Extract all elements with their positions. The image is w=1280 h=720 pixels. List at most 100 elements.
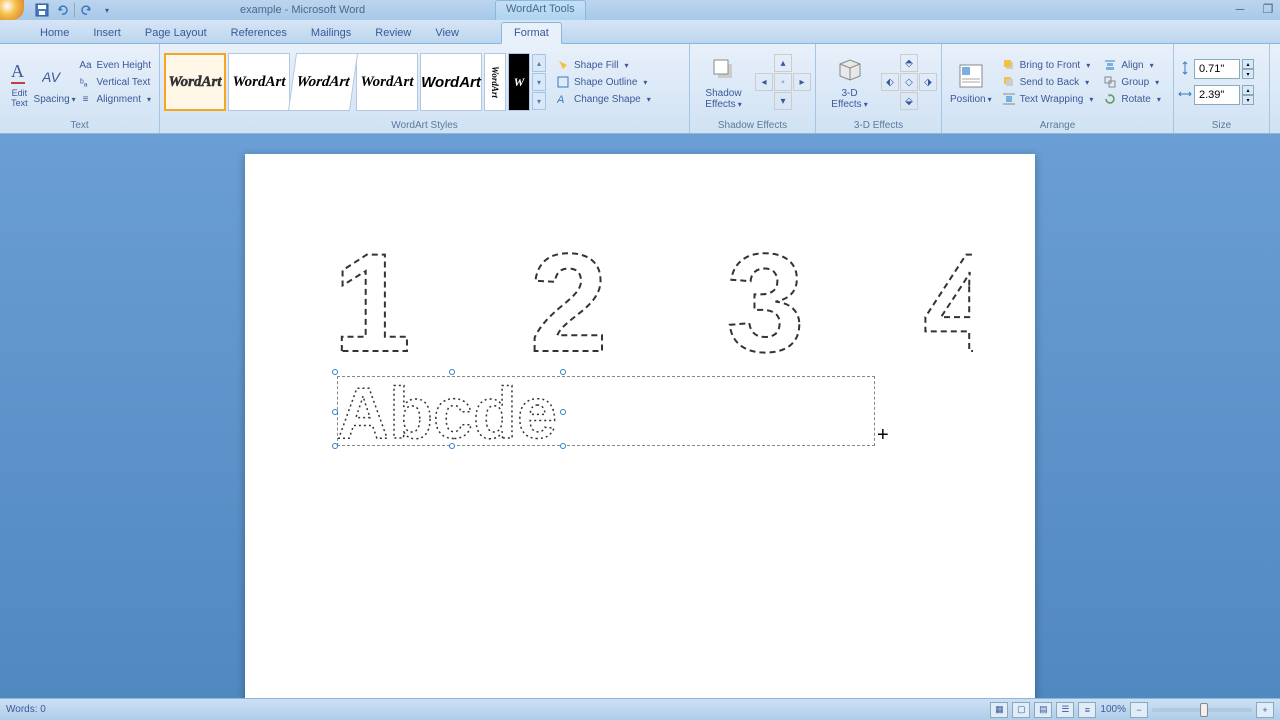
tab-format[interactable]: Format <box>501 22 562 44</box>
even-height-button[interactable]: AaEven Height <box>75 57 155 73</box>
group-arrange: Position Bring to Front Send to Back Tex… <box>942 44 1174 133</box>
selection-box[interactable] <box>335 372 563 446</box>
align-icon <box>1103 58 1117 72</box>
view-full-screen[interactable]: ▢ <box>1012 702 1030 718</box>
height-spin-up[interactable]: ▴ <box>1242 59 1254 69</box>
group-wordart-styles: WordArt WordArt WordArt WordArt WordArt … <box>160 44 690 133</box>
shape-fill-button[interactable]: Shape Fill <box>552 57 655 73</box>
nudge-shadow-down[interactable]: ▾ <box>774 92 792 110</box>
width-spin-up[interactable]: ▴ <box>1242 85 1254 95</box>
redo-icon[interactable] <box>79 2 95 18</box>
shadow-effects-button[interactable]: Shadow Effects <box>694 52 753 112</box>
gallery-item-5[interactable]: WordArt <box>420 53 482 111</box>
tab-references[interactable]: References <box>219 23 299 43</box>
send-to-back-button[interactable]: Send to Back <box>998 74 1098 90</box>
vertical-text-button[interactable]: ᵇₐVertical Text <box>75 74 155 90</box>
gallery-item-3[interactable]: WordArt <box>288 53 358 111</box>
tilt-down[interactable]: ⬙ <box>900 92 918 110</box>
tab-review[interactable]: Review <box>363 23 423 43</box>
zoom-out-button[interactable]: − <box>1130 702 1148 718</box>
text-wrap-icon <box>1002 92 1016 106</box>
gallery-more[interactable]: ▾ <box>532 92 546 110</box>
height-spin-down[interactable]: ▾ <box>1242 69 1254 79</box>
ribbon: A Edit Text AV Spacing AaEven Height ᵇₐV… <box>0 44 1280 134</box>
even-height-icon: Aa <box>79 58 93 72</box>
height-input[interactable] <box>1194 59 1240 79</box>
tab-page-layout[interactable]: Page Layout <box>133 23 219 43</box>
window-title: example - Microsoft Word <box>240 4 365 16</box>
width-input[interactable] <box>1194 85 1240 105</box>
gallery-item-7[interactable]: W <box>508 53 530 111</box>
group-shadow-effects: Shadow Effects ▴ ◂ ◦ ▸ ▾ Shadow Effects <box>690 44 816 133</box>
zoom-slider-thumb[interactable] <box>1200 703 1208 717</box>
gallery-scroll-down[interactable]: ▾ <box>532 73 546 91</box>
rotate-button[interactable]: Rotate <box>1099 91 1164 107</box>
tab-view[interactable]: View <box>423 23 471 43</box>
tilt-left[interactable]: ⬖ <box>881 73 899 91</box>
width-icon <box>1178 87 1192 104</box>
document-area[interactable]: 1 2 3 4 5 Abcde + <box>0 134 1280 698</box>
zoom-percent[interactable]: 100% <box>1100 704 1126 715</box>
alignment-button[interactable]: ≡Alignment <box>75 91 155 107</box>
crosshair-cursor: + <box>877 424 889 447</box>
context-tab-label: WordArt Tools <box>495 0 586 20</box>
shadow-effects-icon <box>708 54 740 86</box>
gallery-scroll-up[interactable]: ▴ <box>532 54 546 72</box>
zoom-in-button[interactable]: + <box>1256 702 1274 718</box>
tilt-up[interactable]: ⬘ <box>900 54 918 72</box>
3d-toggle[interactable]: ◇ <box>900 73 918 91</box>
wordart-numbers[interactable]: 1 2 3 4 5 <box>333 246 973 376</box>
3d-effects-button[interactable]: 3-D Effects <box>820 52 879 112</box>
view-draft[interactable]: ≡ <box>1078 702 1096 718</box>
view-print-layout[interactable]: ▦ <box>990 702 1008 718</box>
gallery-item-6[interactable]: WordArt <box>484 53 506 111</box>
save-icon[interactable] <box>34 2 50 18</box>
svg-text:AV: AV <box>42 69 62 85</box>
change-shape-button[interactable]: AChange Shape <box>552 91 655 107</box>
svg-text:A: A <box>557 94 564 105</box>
gallery-item-2[interactable]: WordArt <box>228 53 290 111</box>
rotate-icon <box>1103 92 1117 106</box>
nudge-shadow-right[interactable]: ▸ <box>793 73 811 91</box>
shadow-toggle[interactable]: ◦ <box>774 73 792 91</box>
spacing-button[interactable]: AV Spacing <box>37 58 73 107</box>
group-size: ▴▾ ▴▾ Size <box>1174 44 1270 133</box>
align-button[interactable]: Align <box>1099 57 1164 73</box>
word-count[interactable]: Words: 0 <box>6 704 46 715</box>
group-button[interactable]: Group <box>1099 74 1164 90</box>
bring-front-icon <box>1002 58 1016 72</box>
tilt-right[interactable]: ⬗ <box>919 73 937 91</box>
minimize-button[interactable]: ─ <box>1232 2 1248 16</box>
nudge-shadow-left[interactable]: ◂ <box>755 73 773 91</box>
office-button[interactable] <box>0 0 24 20</box>
shape-outline-button[interactable]: Shape Outline <box>552 74 655 90</box>
text-wrapping-button[interactable]: Text Wrapping <box>998 91 1098 107</box>
position-button[interactable]: Position <box>946 58 996 107</box>
svg-text:A: A <box>11 61 24 81</box>
page[interactable]: 1 2 3 4 5 Abcde + <box>245 154 1035 698</box>
qat-more-icon[interactable]: ▾ <box>99 2 115 18</box>
zoom-slider[interactable] <box>1152 708 1252 712</box>
nudge-shadow-up[interactable]: ▴ <box>774 54 792 72</box>
view-outline[interactable]: ☰ <box>1056 702 1074 718</box>
edit-text-button[interactable]: A Edit Text <box>4 53 35 111</box>
quick-access-toolbar: ▾ <box>28 2 121 18</box>
width-spin-down[interactable]: ▾ <box>1242 95 1254 105</box>
gallery-item-1[interactable]: WordArt <box>164 53 226 111</box>
undo-icon[interactable] <box>54 2 70 18</box>
window-controls: ─ ❐ <box>1232 2 1276 16</box>
group-text: A Edit Text AV Spacing AaEven Height ᵇₐV… <box>0 44 160 133</box>
tab-insert[interactable]: Insert <box>81 23 133 43</box>
tab-home[interactable]: Home <box>28 23 81 43</box>
qat-separator <box>74 3 75 17</box>
tab-mailings[interactable]: Mailings <box>299 23 363 43</box>
shape-fill-icon <box>556 58 570 72</box>
edit-text-icon: A <box>10 55 28 87</box>
svg-text:ᵇₐ: ᵇₐ <box>80 78 88 88</box>
bring-to-front-button[interactable]: Bring to Front <box>998 57 1098 73</box>
view-web-layout[interactable]: ▤ <box>1034 702 1052 718</box>
maximize-button[interactable]: ❐ <box>1260 2 1276 16</box>
title-bar: ▾ example - Microsoft Word WordArt Tools… <box>0 0 1280 20</box>
height-icon <box>1178 61 1192 78</box>
gallery-item-4[interactable]: WordArt <box>356 53 418 111</box>
